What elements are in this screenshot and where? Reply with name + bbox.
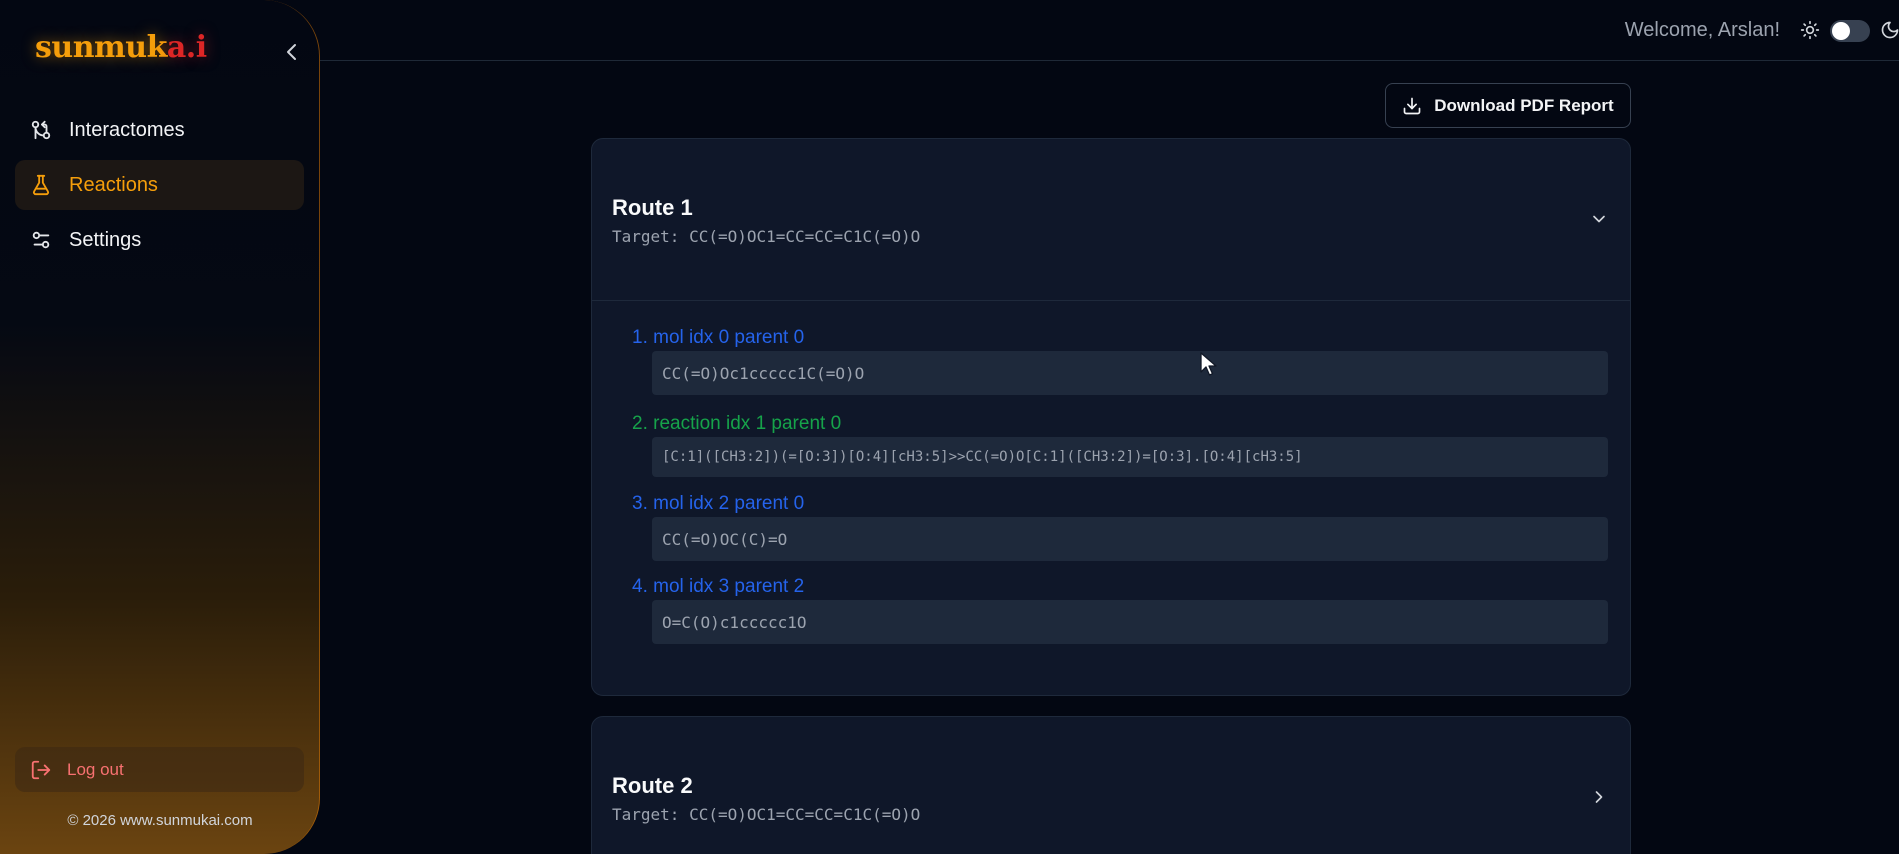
sidebar-item-label: Settings bbox=[69, 228, 142, 251]
sidebar-nav: Interactomes Reactions Settings bbox=[15, 105, 304, 270]
route-step: 4. mol idx 3 parent 2 O=C(O)c1ccccc1O bbox=[632, 573, 1612, 644]
route-header[interactable]: Route 1 Target: CC(=O)OC1=CC=CC=C1C(=O)O bbox=[592, 139, 1630, 301]
sidebar-item-interactomes[interactable]: Interactomes bbox=[15, 105, 304, 155]
route-card: Route 1 Target: CC(=O)OC1=CC=CC=C1C(=O)O… bbox=[591, 138, 1631, 696]
theme-toggle[interactable] bbox=[1830, 20, 1870, 42]
route-target: Target: CC(=O)OC1=CC=CC=C1C(=O)O bbox=[612, 227, 921, 246]
brand-name: sunmuk bbox=[35, 30, 167, 65]
logout-button[interactable]: Log out bbox=[15, 747, 304, 792]
route-title: Route 2 bbox=[612, 773, 693, 798]
step-title: 1. mol idx 0 parent 0 bbox=[632, 327, 805, 348]
route-header[interactable]: Route 2 Target: CC(=O)OC1=CC=CC=C1C(=O)O bbox=[592, 717, 1630, 854]
brand-name-accent: a.i bbox=[166, 30, 207, 65]
chevron-right-icon[interactable] bbox=[1589, 787, 1609, 807]
welcome-message: Welcome, Arslan! bbox=[1624, 19, 1780, 41]
route-step: 2. reaction idx 1 parent 0 [C:1]([CH3:2]… bbox=[632, 410, 1612, 477]
sidebar-item-label: Reactions bbox=[69, 173, 158, 196]
route-steps: 1. mol idx 0 parent 0 CC(=O)Oc1ccccc1C(=… bbox=[632, 324, 1612, 644]
step-title: 3. mol idx 2 parent 0 bbox=[632, 493, 805, 514]
sidebar-item-settings[interactable]: Settings bbox=[15, 215, 304, 265]
copyright-text: © 2026 www.sunmukai.com bbox=[67, 812, 253, 829]
step-title: 4. mol idx 3 parent 2 bbox=[632, 576, 805, 597]
brand-logo[interactable]: sunmuka.i bbox=[35, 30, 207, 65]
chevron-left-icon bbox=[287, 44, 296, 60]
sun-icon bbox=[1800, 20, 1820, 40]
step-title: 2. reaction idx 1 parent 0 bbox=[632, 413, 842, 434]
sidebar-item-label: Interactomes bbox=[69, 118, 185, 141]
sidebar: sunmuka.i Interactomes Reactions Setting… bbox=[0, 0, 320, 854]
flask-icon bbox=[32, 174, 50, 196]
mouse-cursor-icon bbox=[1200, 352, 1217, 376]
route-step: 3. mol idx 2 parent 0 CC(=O)OC(C)=O bbox=[632, 490, 1612, 561]
download-icon bbox=[1403, 97, 1421, 114]
chevron-down-icon[interactable] bbox=[1589, 209, 1609, 229]
step-smiles: O=C(O)c1ccccc1O bbox=[652, 600, 1608, 644]
logout-label: Log out bbox=[67, 759, 124, 779]
moon-icon bbox=[1881, 21, 1899, 39]
download-label: Download PDF Report bbox=[1434, 95, 1614, 115]
theme-toggle-knob bbox=[1832, 22, 1850, 40]
sliders-icon bbox=[32, 231, 50, 249]
workflow-icon bbox=[31, 120, 51, 140]
route-card: Route 2 Target: CC(=O)OC1=CC=CC=C1C(=O)O bbox=[591, 716, 1631, 854]
step-smiles: CC(=O)OC(C)=O bbox=[652, 517, 1608, 561]
top-bar: Welcome, Arslan! bbox=[320, 0, 1899, 61]
step-smiles: CC(=O)Oc1ccccc1C(=O)O bbox=[652, 351, 1608, 395]
sidebar-item-reactions[interactable]: Reactions bbox=[15, 160, 304, 210]
logout-icon bbox=[31, 760, 51, 779]
route-target: Target: CC(=O)OC1=CC=CC=C1C(=O)O bbox=[612, 805, 921, 824]
route-title: Route 1 bbox=[612, 195, 693, 220]
route-step: 1. mol idx 0 parent 0 CC(=O)Oc1ccccc1C(=… bbox=[632, 324, 1612, 395]
download-pdf-report-button[interactable]: Download PDF Report bbox=[1385, 83, 1631, 128]
collapse-sidebar-button[interactable] bbox=[282, 40, 302, 64]
step-reaction-smarts: [C:1]([CH3:2])(=[O:3])[O:4][cH3:5]>>CC(=… bbox=[652, 437, 1608, 477]
